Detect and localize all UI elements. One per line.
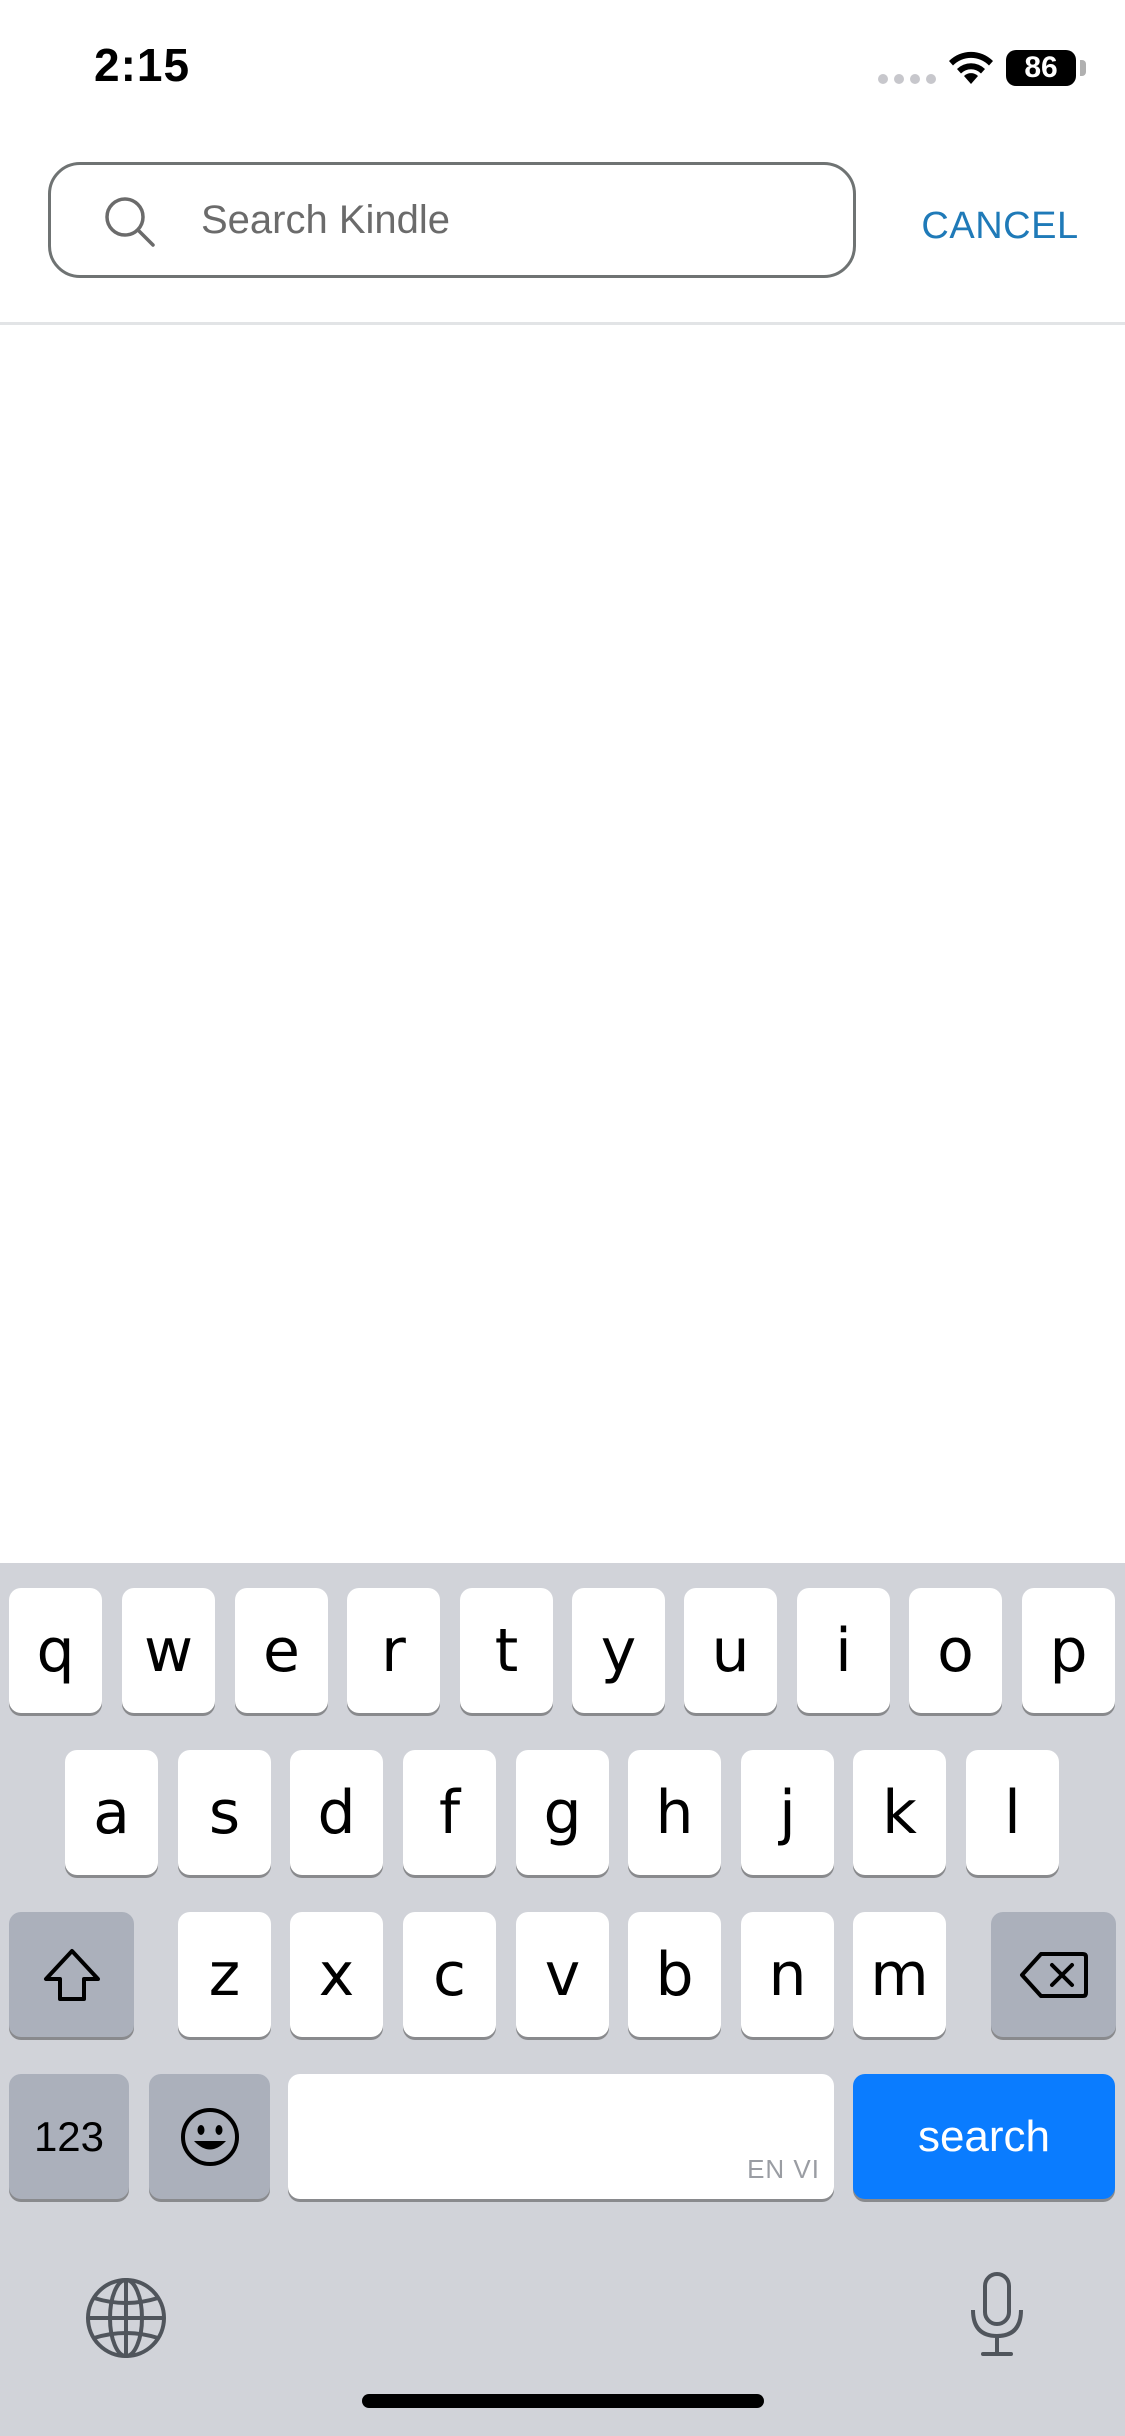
keyboard: q w e r t y u i o p a s d f g h j k l z … (0, 1563, 1125, 2436)
battery-level: 86 (1024, 51, 1058, 84)
delete-key[interactable] (991, 1912, 1116, 2037)
battery-nub (1080, 60, 1086, 76)
search-box[interactable] (48, 162, 856, 278)
home-indicator (362, 2394, 764, 2408)
cellular-signal-icon (878, 74, 936, 84)
key-y[interactable]: y (572, 1588, 665, 1713)
key-p[interactable]: p (1022, 1588, 1115, 1713)
key-x[interactable]: x (290, 1912, 383, 2037)
key-m[interactable]: m (853, 1912, 946, 2037)
microphone-icon[interactable] (965, 2270, 1029, 2360)
key-s[interactable]: s (178, 1750, 271, 1875)
emoji-icon (180, 2107, 239, 2166)
status-bar: 2:15 86 (0, 0, 1125, 140)
key-h[interactable]: h (628, 1750, 721, 1875)
numbers-key[interactable]: 123 (9, 2074, 129, 2199)
key-l[interactable]: l (966, 1750, 1059, 1875)
battery-icon: 86 (1006, 50, 1076, 86)
search-key[interactable]: search (853, 2074, 1115, 2199)
key-k[interactable]: k (853, 1750, 946, 1875)
key-w[interactable]: w (122, 1588, 215, 1713)
key-n[interactable]: n (741, 1912, 834, 2037)
key-r[interactable]: r (347, 1588, 440, 1713)
shift-icon (43, 1948, 100, 2001)
wifi-icon (949, 51, 993, 84)
key-f[interactable]: f (403, 1750, 496, 1875)
key-b[interactable]: b (628, 1912, 721, 2037)
globe-icon[interactable] (84, 2276, 168, 2360)
key-e[interactable]: e (235, 1588, 328, 1713)
key-i[interactable]: i (797, 1588, 890, 1713)
search-input[interactable] (201, 185, 821, 255)
key-q[interactable]: q (9, 1588, 102, 1713)
key-u[interactable]: u (684, 1588, 777, 1713)
status-time: 2:15 (94, 39, 191, 91)
shift-key[interactable] (9, 1912, 134, 2037)
backspace-icon (1019, 1951, 1088, 1998)
key-o[interactable]: o (909, 1588, 1002, 1713)
space-language-label: EN VI (747, 2154, 820, 2184)
emoji-key[interactable] (149, 2074, 270, 2199)
search-header: CANCEL (0, 140, 1125, 325)
space-key[interactable]: EN VI (288, 2074, 834, 2199)
key-c[interactable]: c (403, 1912, 496, 2037)
search-icon (105, 197, 155, 247)
key-z[interactable]: z (178, 1912, 271, 2037)
key-v[interactable]: v (516, 1912, 609, 2037)
key-t[interactable]: t (460, 1588, 553, 1713)
screen: 2:15 86 CANCEL q w e r t y (0, 0, 1125, 2436)
cancel-button[interactable]: CANCEL (910, 196, 1090, 256)
key-d[interactable]: d (290, 1750, 383, 1875)
key-g[interactable]: g (516, 1750, 609, 1875)
key-a[interactable]: a (65, 1750, 158, 1875)
key-j[interactable]: j (741, 1750, 834, 1875)
